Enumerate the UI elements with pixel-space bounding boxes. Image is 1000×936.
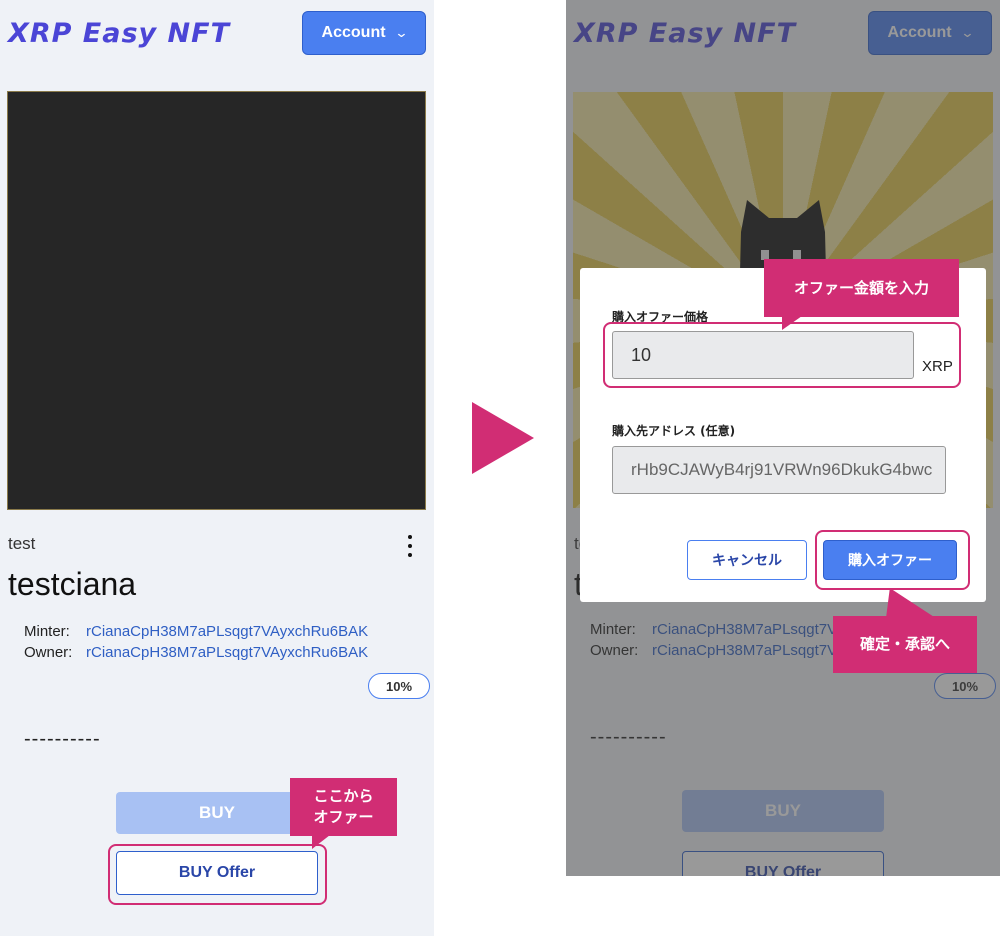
nft-description: ---------- [24,728,101,750]
right-phone-screen: XRP Easy NFT Account ⌄ test testciana Mi… [566,0,1000,876]
offer-price-input[interactable]: 10 [612,331,914,379]
confirm-callout-text: 確定・承認へ [859,635,950,653]
cancel-button[interactable]: キャンセル [687,540,807,580]
owner-label: Owner: [24,644,73,661]
offer-price-label: 購入オファー価格 [612,310,709,324]
owner-address-link[interactable]: rCianaCpH38M7aPLsqgt7VAyxchRu6BAK [86,644,368,661]
destination-label: 購入先アドレス (任意) [612,424,736,438]
minter-address-link[interactable]: rCianaCpH38M7aPLsqgt7VAyxchRu6BAK [86,623,368,640]
submit-offer-button[interactable]: 購入オファー [823,540,957,580]
buy-offer-button[interactable]: BUY Offer [116,851,318,895]
price-callout-tail [782,316,802,330]
account-label: Account [321,24,386,41]
start-offer-callout-tail [312,835,330,849]
destination-address-input[interactable]: rHb9CJAWyB4rj91VRWn96DkukG4bwc [612,446,946,494]
royalty-badge: 10% [368,673,430,699]
start-offer-callout: ここから オファー [290,778,397,836]
owner-row: Owner: rCianaCpH38M7aPLsqgt7VAyxchRu6BAK [24,644,368,661]
currency-unit: XRP [922,358,953,375]
minter-label: Minter: [24,623,70,640]
start-offer-callout-line2: オファー [313,808,374,826]
account-button[interactable]: Account ⌄ [302,11,426,55]
stage: XRP Easy NFT Account ⌄ test testciana Mi… [0,0,1000,936]
start-offer-callout-line1: ここから [313,787,374,805]
minter-row: Minter: rCianaCpH38M7aPLsqgt7VAyxchRu6BAK [24,623,368,640]
collection-name: test [8,534,36,553]
price-callout: オファー金額を入力 [764,259,959,317]
app-logo[interactable]: XRP Easy NFT [8,18,230,49]
play-arrow-icon [472,402,534,474]
confirm-callout: 確定・承認へ [833,616,977,673]
buy-button[interactable]: BUY [116,792,318,834]
nft-image [7,91,426,510]
price-callout-text: オファー金額を入力 [793,278,929,297]
kebab-menu-icon[interactable] [402,535,418,557]
nft-title: testciana [8,566,137,602]
chevron-down-icon: ⌄ [393,25,409,40]
